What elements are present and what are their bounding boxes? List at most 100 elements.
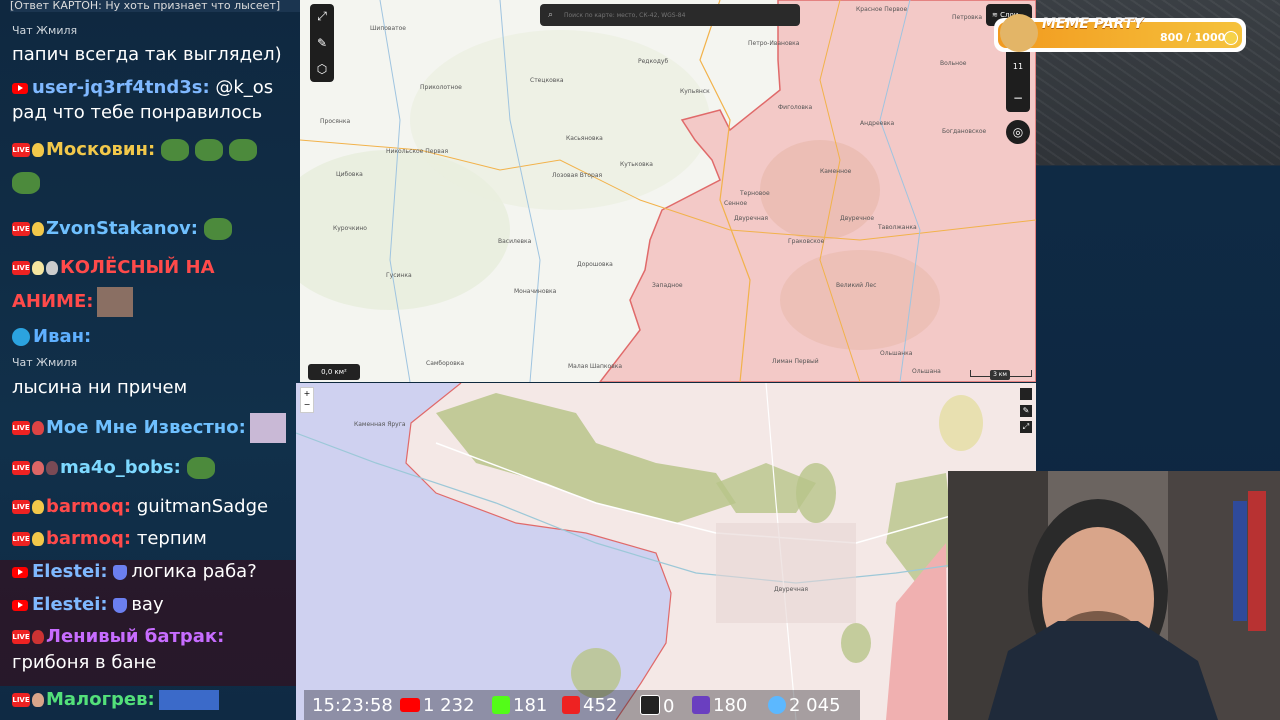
bulb-icon [32,222,44,236]
coin-icon [1224,31,1238,45]
rainbow-icon [32,421,44,435]
map-place: Терновое [740,190,770,197]
map-place: Малая Шапковка [568,363,623,370]
viewers-count: 2 045 [789,695,841,716]
map-place: Кутьковка [620,161,653,168]
kick-count: 181 [513,695,548,716]
live-badge-icon: LIVE [12,421,30,435]
map-place: Моначиновка [514,288,557,295]
youtube-icon [12,566,28,578]
chat-message: LIVE Малогрев: [12,689,298,711]
chat-username[interactable]: Elestei: [32,594,108,615]
chat-username[interactable]: Иван: [33,326,91,347]
live-badge-icon: LIVE [12,500,30,514]
live-badge-icon: LIVE [12,461,30,475]
bottom-fullscreen-button[interactable]: ⤢ [1020,421,1032,433]
face-emote-icon [97,287,134,317]
avatar-icon [32,693,44,707]
compass-button[interactable]: ◎ [1006,120,1030,144]
twitch-icon [692,696,710,714]
map-place: Лозовая Вторая [552,172,603,179]
chat-group-label: Чат Жмиля [12,24,78,37]
rutube-stat: 0 [640,695,674,717]
chat-username[interactable]: ma4o_bobs: [60,457,181,478]
chat-message: Иван: [12,326,298,348]
chat-message: АНИМЕ: [12,287,298,317]
chat-group-label: Чат Жмиля [12,356,78,369]
chat-text: логика раба? [131,561,257,582]
chat-username[interactable]: АНИМЕ: [12,291,93,312]
live-badge-icon: LIVE [12,532,30,546]
youtube-stat: 1 232 [400,695,475,717]
telegram-icon [12,328,30,346]
chat-username[interactable]: user-jq3rf4tnd3s: [32,77,210,98]
bottom-ruler-button[interactable]: ✎ [1020,405,1032,417]
bottom-zoom-control[interactable]: + − [300,387,314,413]
vk-live-stat: 452 [562,695,617,717]
search-icon: ⌕ [548,10,554,20]
chat-username[interactable]: Московин: [46,139,155,160]
twitch-stat: 180 [692,695,747,717]
chat-message: Elestei: логика раба? [12,561,298,583]
map-bottom[interactable]: Каменная Яруга Двуречная [296,383,1036,720]
webcam-feed [948,471,1280,720]
chat-username[interactable]: КОЛЁСНЫЙ НА [60,257,215,278]
bottom-map-tool-button[interactable] [1020,388,1032,400]
chat-message: рад что тебе понравилось [12,102,263,123]
chat-username[interactable]: barmoq: [46,528,131,549]
chat-message: LIVE ZvonStakanov: [12,218,298,240]
map-search-input[interactable] [540,4,800,26]
map-place: Ольшанка [880,350,913,357]
pepe-emote-icon [161,139,190,161]
bulb-icon [32,143,44,157]
shield-icon [113,564,128,580]
zoom-out-button[interactable]: − [1006,86,1030,110]
ruler-button[interactable]: ✎ [310,31,334,55]
chat-message: LIVE barmoq: guitmanSadge [12,496,298,518]
chat-text: @k_os [215,77,274,98]
live-badge-icon: LIVE [12,630,30,644]
map-place: Приколотное [420,84,462,91]
chat-panel[interactable]: [Ответ КАРТОН: Ну хоть признает что лысе… [0,0,300,720]
chat-message: LIVE ma4o_bobs: [12,457,298,479]
chat-username[interactable]: Ленивый батрак: [46,626,224,647]
chat-text: вау [131,594,164,615]
map-place: Касьяновка [566,135,603,142]
map-place: Шиповатое [370,25,406,32]
pepe-emote-icon [229,139,258,161]
map-place: Купьянск [680,88,710,95]
chat-message: грибоня в бане [12,652,157,673]
chat-username[interactable]: ZvonStakanov: [46,218,198,239]
chat-text: терпим [136,528,207,549]
vk-live-count: 452 [583,695,618,716]
map-place: Сенное [724,200,748,207]
chat-username[interactable]: Elestei: [32,561,108,582]
pepe-emote-icon [12,172,40,194]
viewers-stat: 2 045 [768,695,841,717]
fullscreen-button[interactable]: ⤢ [310,4,334,28]
youtube-count: 1 232 [423,695,475,716]
chat-username[interactable]: Малогрев: [46,689,155,710]
map-place: Андреевка [860,120,895,127]
map-bottom-canvas [296,383,1036,720]
doge-icon [1000,14,1038,52]
map-place: Гусинка [386,272,412,279]
map-place: Василевка [498,238,532,245]
map-place: Великий Лес [836,282,877,289]
polygon-button[interactable]: ⬡ [310,57,334,81]
map-place: Курочкино [333,225,367,232]
user-icon [768,696,786,714]
chat-message: LIVE Мое Мне Известно: [12,413,298,443]
map-top[interactable]: Шиповатое Приколотное Стецковка Редкодуб… [300,0,1036,382]
chat-message: LIVE КОЛЁСНЫЙ НА [12,257,298,279]
map-place: Фиголовка [778,104,813,111]
map-place: Просянка [320,118,351,125]
stream-clock: 15:23:58 [312,695,393,716]
chat-username[interactable]: barmoq: [46,496,131,517]
map-place: Двуречное [840,215,875,222]
chat-username[interactable]: Мое Мне Известно: [46,417,246,438]
pepe-emote-icon [203,218,232,240]
map-place: Двуречная [774,586,809,593]
bulb-icon [32,500,44,514]
youtube-icon [12,599,28,611]
